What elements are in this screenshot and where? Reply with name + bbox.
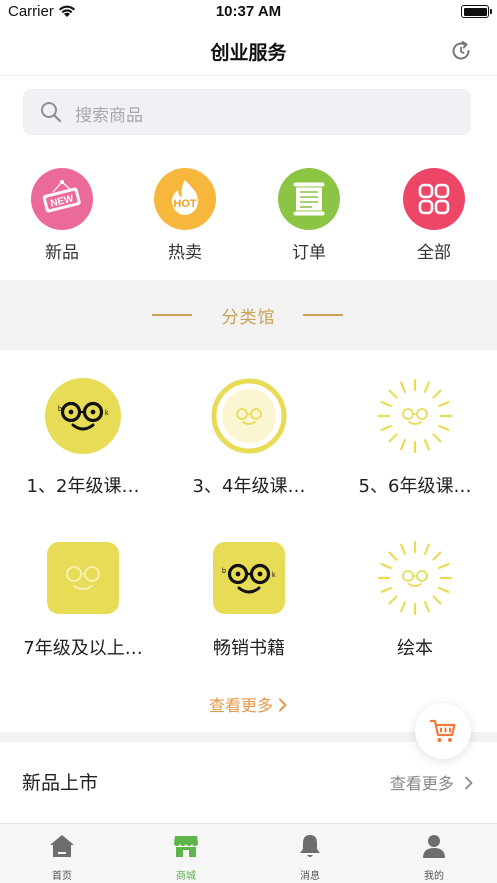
status-bar: Carrier 10:37 AM (0, 0, 497, 26)
category-item[interactable]: b k 1、2年级课… (0, 378, 166, 518)
category-section-header: 分类馆 (0, 280, 497, 350)
battery-icon (461, 5, 492, 18)
search-icon (40, 101, 62, 127)
quick-action-label: 热卖 (168, 243, 202, 263)
tab-store[interactable]: 商城 (124, 824, 248, 883)
page-title: 创业服务 (210, 42, 287, 64)
tab-label: 商城 (176, 871, 196, 882)
home-icon (50, 835, 74, 857)
hot-flame-icon: HOT (154, 168, 216, 230)
new-badge-icon: NEW (31, 168, 93, 230)
svg-text:b: b (58, 406, 62, 413)
tab-label: 首页 (52, 871, 72, 882)
bell-icon (300, 835, 320, 857)
mascot-square-icon: b k (213, 542, 285, 614)
new-arrivals-more-link[interactable]: 查看更多 (390, 770, 475, 794)
cart-icon (429, 719, 456, 742)
see-more-label: 查看更多 (208, 696, 273, 715)
quick-action-label: 全部 (417, 243, 451, 263)
category-label: 1、2年级课… (26, 476, 140, 497)
grid-icon (403, 168, 465, 230)
quick-action-new[interactable]: NEW 新品 (12, 168, 112, 268)
mascot-square-faded-icon (47, 542, 119, 614)
category-item[interactable]: 7年级及以上… (0, 540, 166, 680)
tab-messages[interactable]: 消息 (248, 824, 372, 883)
mascot-face-icon: b k (45, 378, 121, 454)
chevron-right-icon (459, 774, 475, 793)
category-label: 5、6年级课… (358, 476, 472, 497)
quick-action-hot[interactable]: HOT 热卖 (135, 168, 235, 268)
quick-action-label: 订单 (292, 243, 326, 263)
search-placeholder: 搜索商品 (75, 106, 143, 126)
category-label: 7年级及以上… (23, 638, 143, 659)
mascot-ring-icon (211, 378, 287, 454)
category-item[interactable]: 绘本 (332, 540, 497, 680)
quick-action-label: 新品 (45, 243, 79, 263)
cart-button[interactable] (415, 703, 471, 759)
new-arrivals-title: 新品上市 (22, 772, 99, 794)
mascot-sunburst-icon (377, 378, 453, 454)
tab-bar: 首页 商城 消息 我的 (0, 823, 497, 883)
category-label: 绘本 (397, 638, 433, 659)
navigation-bar: 创业服务 (0, 26, 497, 76)
see-more-label: 查看更多 (389, 774, 454, 793)
store-icon (174, 836, 198, 857)
search-input[interactable]: 搜索商品 (23, 89, 471, 135)
category-label: 畅销书籍 (213, 638, 285, 659)
tab-label: 我的 (424, 871, 444, 882)
tab-home[interactable]: 首页 (0, 824, 124, 883)
clock: 10:37 AM (215, 3, 282, 20)
divider-line (303, 314, 343, 316)
refresh-icon[interactable] (449, 39, 473, 63)
mascot-sunburst-icon (377, 540, 453, 616)
svg-text:b: b (222, 568, 226, 575)
chevron-right-icon (278, 696, 288, 715)
tab-label: 消息 (300, 871, 320, 882)
profile-icon (423, 835, 445, 858)
quick-action-all[interactable]: 全部 (384, 168, 484, 268)
category-section-title: 分类馆 (221, 308, 276, 328)
hot-badge-text: HOT (173, 198, 197, 210)
svg-text:k: k (105, 410, 109, 417)
category-label: 3、4年级课… (192, 476, 306, 497)
category-item[interactable]: b k 畅销书籍 (166, 540, 332, 680)
svg-text:k: k (272, 572, 276, 579)
quick-action-orders[interactable]: 订单 (259, 168, 359, 268)
order-scroll-icon (278, 168, 340, 230)
category-item[interactable]: 3、4年级课… (166, 378, 332, 518)
tab-profile[interactable]: 我的 (372, 824, 496, 883)
category-item[interactable]: 5、6年级课… (332, 378, 497, 518)
